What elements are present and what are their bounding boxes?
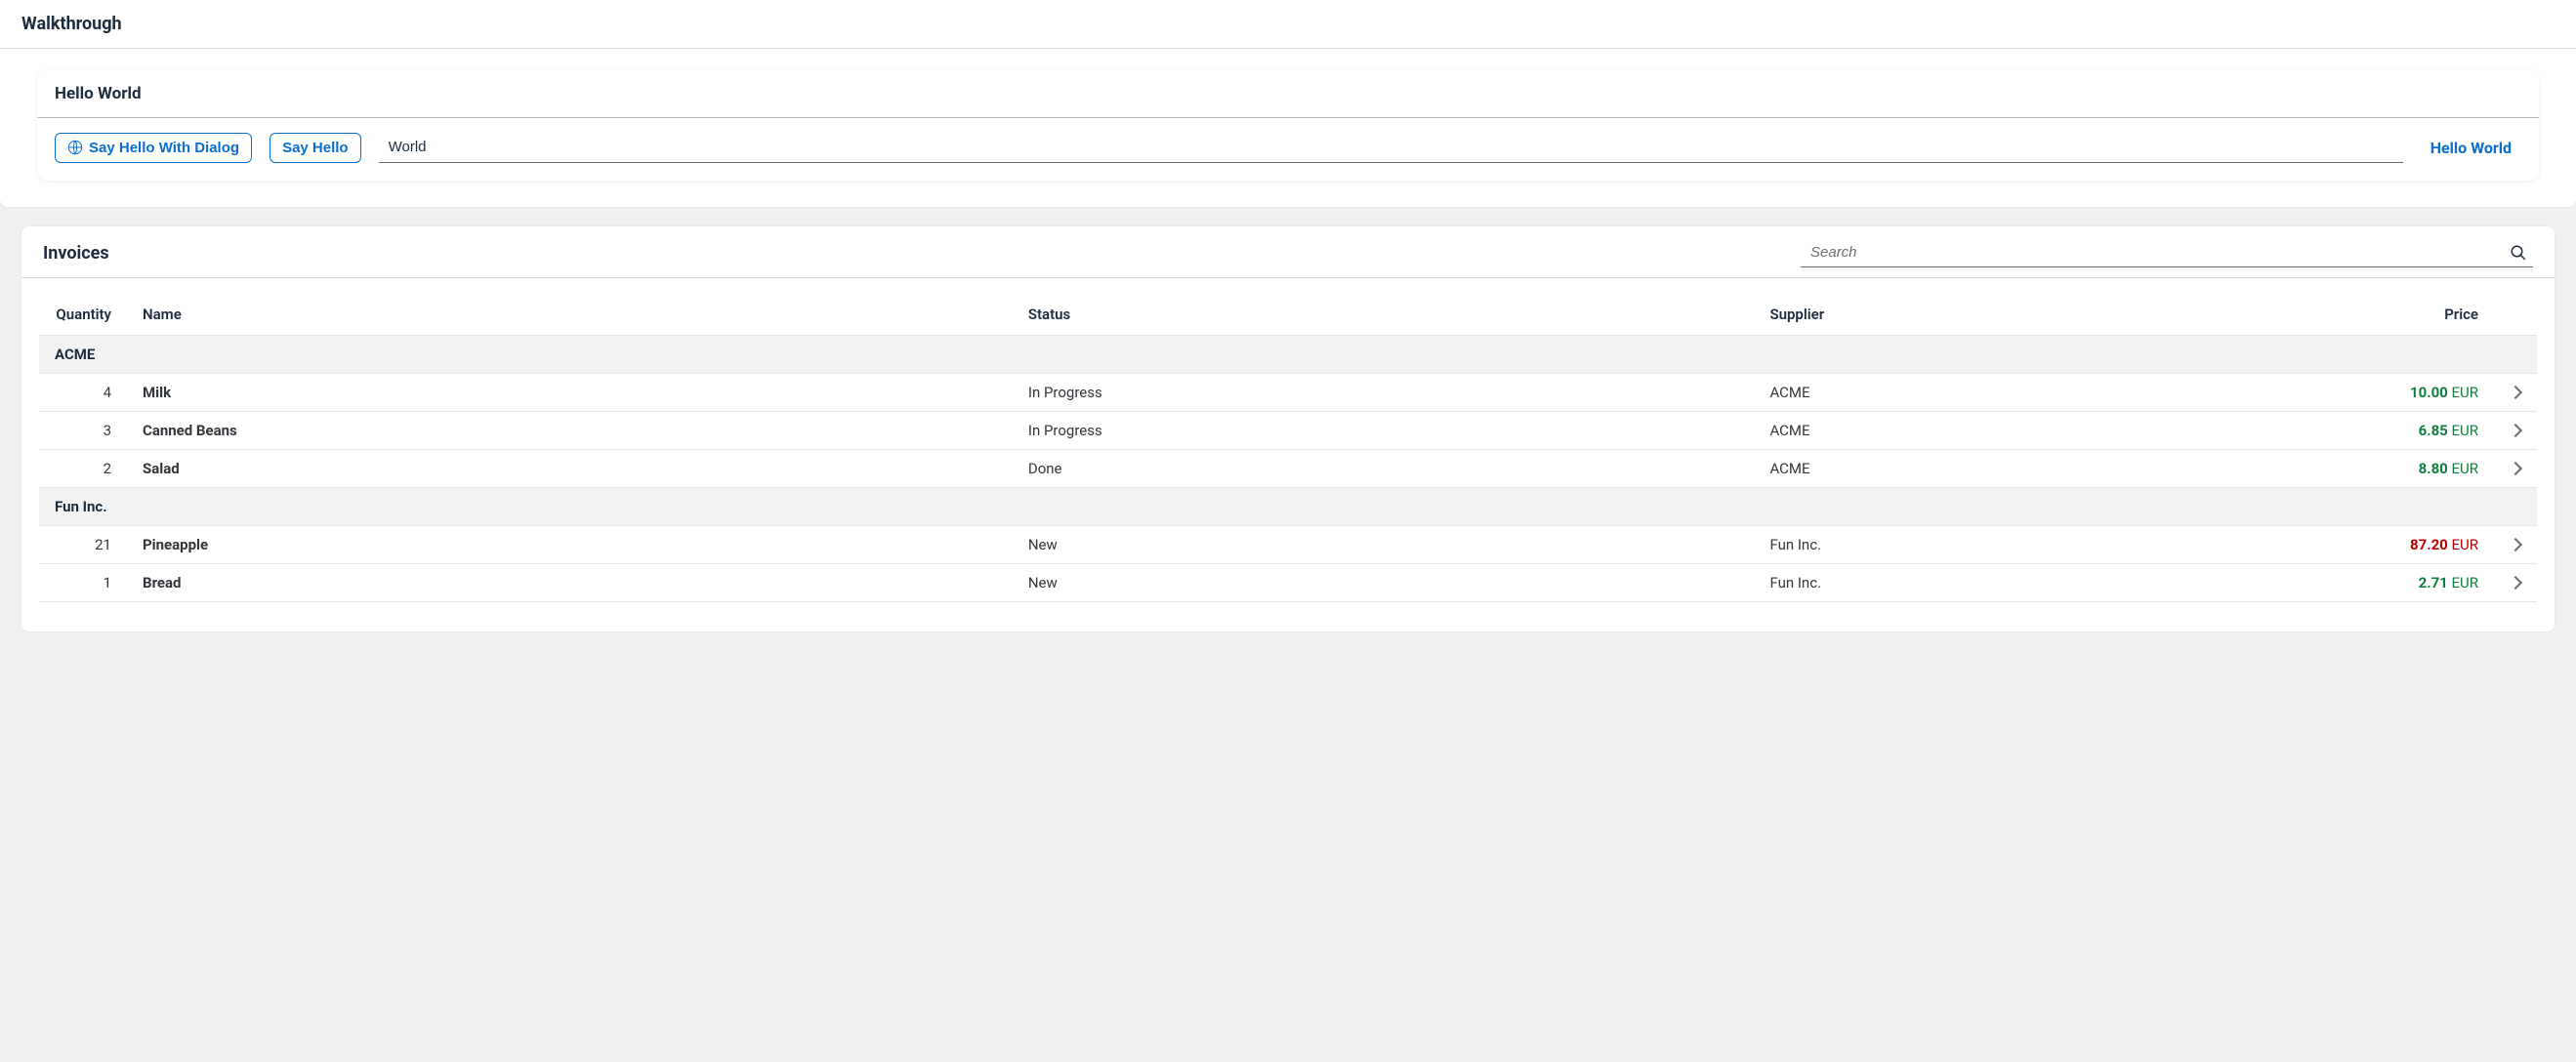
table-group-label: Fun Inc. <box>39 488 2537 526</box>
chevron-right-icon[interactable] <box>2509 538 2522 551</box>
cell-nav[interactable] <box>2494 412 2537 450</box>
table-group-row[interactable]: ACME <box>39 336 2537 374</box>
cell-name: Milk <box>127 374 1013 412</box>
say-hello-label: Say Hello <box>282 140 349 156</box>
cell-quantity: 4 <box>39 374 127 412</box>
table-row[interactable]: 3Canned BeansIn ProgressACME6.85 EUR <box>39 412 2537 450</box>
cell-price: 6.85 EUR <box>2357 412 2494 450</box>
cell-name: Canned Beans <box>127 412 1013 450</box>
chevron-right-icon[interactable] <box>2509 576 2522 590</box>
say-hello-button[interactable]: Say Hello <box>270 133 361 163</box>
price-currency: EUR <box>2448 422 2478 439</box>
cell-quantity: 3 <box>39 412 127 450</box>
price-amount: 2.71 <box>2419 574 2448 592</box>
col-status: Status <box>1013 294 1755 336</box>
chevron-right-icon[interactable] <box>2509 386 2522 399</box>
cell-quantity: 2 <box>39 450 127 488</box>
cell-nav[interactable] <box>2494 374 2537 412</box>
cell-price: 10.00 EUR <box>2357 374 2494 412</box>
cell-status: New <box>1013 564 1755 602</box>
cell-status: In Progress <box>1013 412 1755 450</box>
cell-price: 8.80 EUR <box>2357 450 2494 488</box>
cell-status: In Progress <box>1013 374 1755 412</box>
hello-world-title: Hello World <box>55 84 2521 103</box>
walkthrough-title: Walkthrough <box>21 14 122 34</box>
col-nav <box>2494 294 2537 336</box>
hello-world-panel: Hello World Say Hello With Dialog Say He… <box>37 70 2539 181</box>
price-currency: EUR <box>2448 536 2478 553</box>
hello-toolbar: Say Hello With Dialog Say Hello Hello Wo… <box>37 118 2539 181</box>
globe-icon <box>67 140 83 155</box>
cell-name: Bread <box>127 564 1013 602</box>
col-supplier: Supplier <box>1754 294 2357 336</box>
table-row[interactable]: 2SaladDoneACME8.80 EUR <box>39 450 2537 488</box>
price-currency: EUR <box>2448 574 2478 592</box>
invoices-table-wrap: Quantity Name Status Supplier Price ACME… <box>21 278 2555 602</box>
walkthrough-panel: Walkthrough Hello World Say Hello With D… <box>0 0 2576 207</box>
price-amount: 10.00 <box>2410 384 2448 401</box>
cell-price: 2.71 EUR <box>2357 564 2494 602</box>
cell-supplier: ACME <box>1754 374 2357 412</box>
search-input[interactable] <box>1801 238 2504 266</box>
cell-status: Done <box>1013 450 1755 488</box>
walkthrough-header: Walkthrough <box>0 0 2576 49</box>
col-quantity: Quantity <box>39 294 127 336</box>
table-row[interactable]: 4MilkIn ProgressACME10.00 EUR <box>39 374 2537 412</box>
table-group-row[interactable]: Fun Inc. <box>39 488 2537 526</box>
cell-quantity: 21 <box>39 526 127 564</box>
search-field[interactable] <box>1801 238 2533 267</box>
invoices-title: Invoices <box>43 243 109 264</box>
cell-nav[interactable] <box>2494 450 2537 488</box>
cell-name: Salad <box>127 450 1013 488</box>
invoices-header: Invoices <box>21 226 2555 278</box>
price-currency: EUR <box>2448 460 2478 477</box>
hello-input[interactable] <box>379 132 2403 163</box>
col-name: Name <box>127 294 1013 336</box>
search-icon[interactable] <box>2510 244 2527 262</box>
table-row[interactable]: 21PineappleNewFun Inc.87.20 EUR <box>39 526 2537 564</box>
invoices-table-header-row: Quantity Name Status Supplier Price <box>39 294 2537 336</box>
cell-quantity: 1 <box>39 564 127 602</box>
price-currency: EUR <box>2448 384 2478 401</box>
chevron-right-icon[interactable] <box>2509 462 2522 475</box>
col-price: Price <box>2357 294 2494 336</box>
cell-price: 87.20 EUR <box>2357 526 2494 564</box>
hello-world-header: Hello World <box>37 70 2539 118</box>
cell-nav[interactable] <box>2494 564 2537 602</box>
say-hello-with-dialog-button[interactable]: Say Hello With Dialog <box>55 133 252 163</box>
invoices-panel: Invoices Quantity Name Status Supplier <box>21 226 2555 632</box>
table-group-label: ACME <box>39 336 2537 374</box>
cell-supplier: ACME <box>1754 412 2357 450</box>
table-row[interactable]: 1BreadNewFun Inc.2.71 EUR <box>39 564 2537 602</box>
cell-status: New <box>1013 526 1755 564</box>
cell-supplier: Fun Inc. <box>1754 564 2357 602</box>
price-amount: 6.85 <box>2419 422 2448 439</box>
cell-supplier: Fun Inc. <box>1754 526 2357 564</box>
cell-supplier: ACME <box>1754 450 2357 488</box>
say-hello-with-dialog-label: Say Hello With Dialog <box>89 140 239 156</box>
price-amount: 87.20 <box>2410 536 2448 553</box>
cell-name: Pineapple <box>127 526 1013 564</box>
invoices-table: Quantity Name Status Supplier Price ACME… <box>39 294 2537 602</box>
chevron-right-icon[interactable] <box>2509 424 2522 437</box>
cell-nav[interactable] <box>2494 526 2537 564</box>
price-amount: 8.80 <box>2419 460 2448 477</box>
hello-world-link[interactable]: Hello World <box>2431 139 2512 157</box>
